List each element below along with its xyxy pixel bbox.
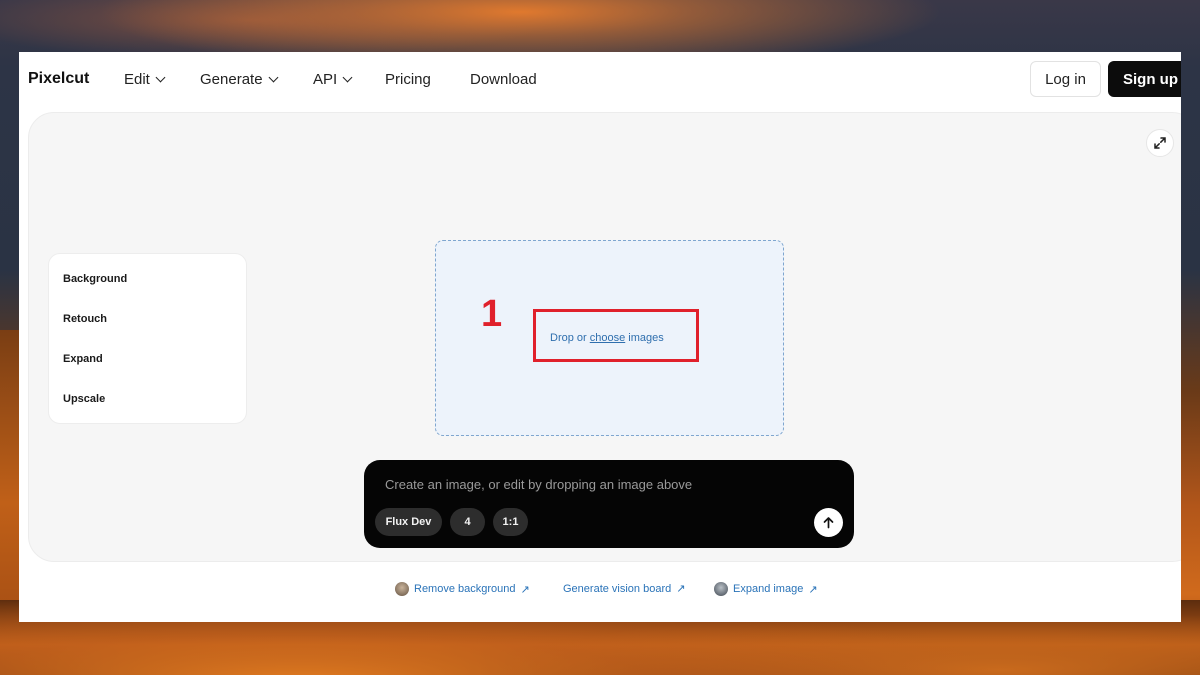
- nav-download-label: Download: [470, 71, 537, 88]
- link-expand-image-label: Expand image: [733, 583, 804, 595]
- arrow-up-icon: [823, 517, 834, 529]
- nav-generate-label: Generate: [200, 71, 263, 88]
- chevron-down-icon: [342, 72, 353, 82]
- prompt-box[interactable]: Create an image, or edit by dropping an …: [364, 460, 854, 548]
- chevron-down-icon: [268, 72, 278, 82]
- count-chip[interactable]: 4: [450, 508, 485, 536]
- nav-edit[interactable]: Edit: [124, 71, 166, 88]
- login-button[interactable]: Log in: [1030, 61, 1101, 97]
- link-generate-vision-board-label: Generate vision board: [563, 582, 672, 595]
- send-button[interactable]: [814, 508, 843, 537]
- link-remove-background[interactable]: Remove background ↗: [395, 582, 530, 596]
- nav-edit-label: Edit: [124, 71, 150, 88]
- link-generate-vision-board[interactable]: Generate vision board ↗: [563, 582, 686, 596]
- tool-upscale[interactable]: Upscale: [63, 393, 105, 405]
- chevron-down-icon: [155, 72, 166, 82]
- prompt-input[interactable]: Create an image, or edit by dropping an …: [385, 477, 692, 492]
- nav-api[interactable]: API: [313, 71, 353, 88]
- top-nav: Pixelcut Edit Generate API Pricing Downl…: [19, 52, 1181, 108]
- link-expand-image[interactable]: Expand image ↗: [714, 582, 818, 596]
- external-arrow-icon: ↗: [808, 583, 818, 596]
- external-arrow-icon: ↗: [676, 583, 686, 595]
- browser-page: Pixelcut Edit Generate API Pricing Downl…: [19, 52, 1181, 622]
- model-chip[interactable]: Flux Dev: [375, 508, 442, 536]
- step-number-annotation: 1: [481, 293, 503, 335]
- nav-generate[interactable]: Generate: [200, 71, 278, 88]
- fullscreen-button[interactable]: [1146, 129, 1174, 157]
- expand-arrows-icon: [1154, 137, 1166, 149]
- pixelcut-logo[interactable]: Pixelcut: [28, 70, 89, 88]
- tool-menu: Background Retouch Expand Upscale: [48, 253, 247, 424]
- highlight-box-annotation: [533, 309, 699, 362]
- quick-links: Remove background ↗ Generate vision boar…: [19, 582, 1181, 602]
- nav-pricing-label: Pricing: [385, 71, 431, 88]
- avatar-thumbnail-icon: [395, 582, 409, 596]
- aspect-ratio-chip[interactable]: 1:1: [493, 508, 528, 536]
- nav-api-label: API: [313, 71, 338, 88]
- tool-expand[interactable]: Expand: [63, 353, 103, 365]
- external-arrow-icon: ↗: [520, 583, 530, 596]
- signup-button[interactable]: Sign up: [1108, 61, 1181, 97]
- avatar-thumbnail-icon: [714, 582, 728, 596]
- tool-retouch[interactable]: Retouch: [63, 313, 107, 325]
- nav-download[interactable]: Download: [470, 71, 537, 88]
- tool-background[interactable]: Background: [63, 273, 127, 285]
- nav-pricing[interactable]: Pricing: [385, 71, 431, 88]
- link-remove-background-label: Remove background: [414, 583, 516, 595]
